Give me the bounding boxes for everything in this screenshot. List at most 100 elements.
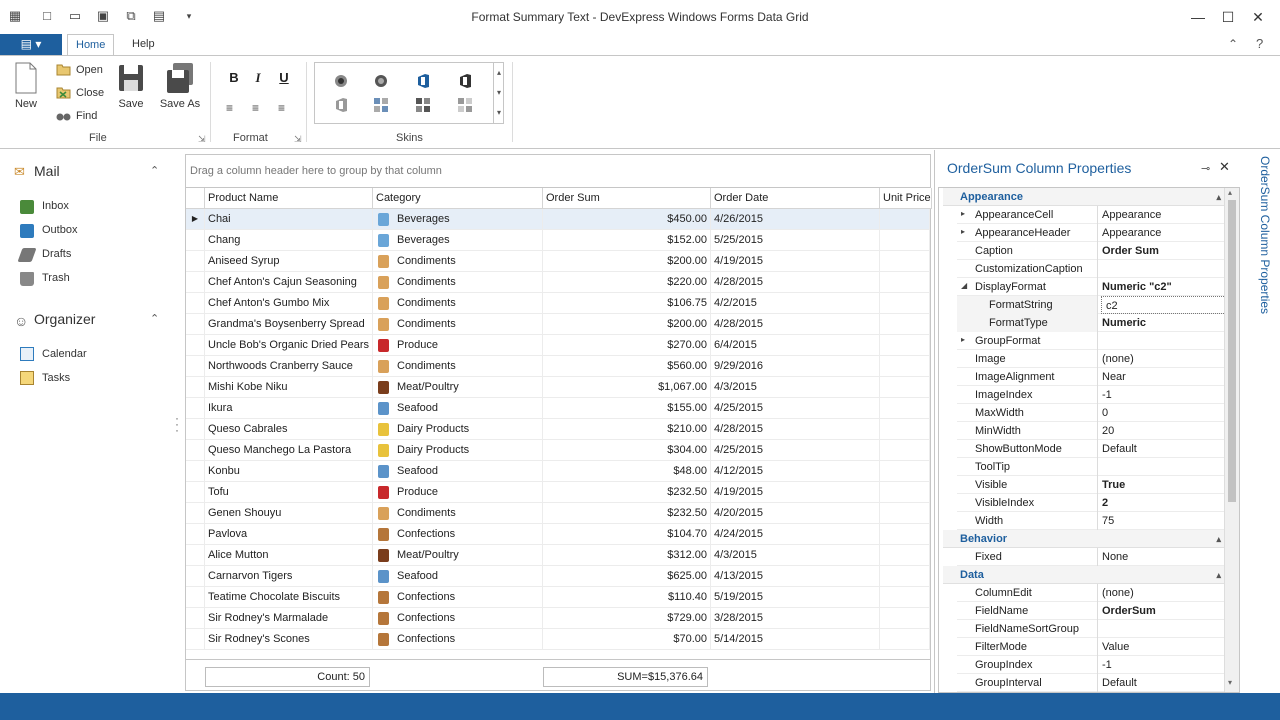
cell-unit-price[interactable] xyxy=(880,398,930,419)
cell-product-name[interactable]: Queso Cabrales xyxy=(205,419,373,440)
cell-order-sum[interactable]: $232.50 xyxy=(543,482,711,503)
cell-category[interactable]: Produce xyxy=(373,482,543,503)
collapse-category-icon[interactable]: ▴ xyxy=(1216,188,1221,206)
property-value[interactable]: True xyxy=(1102,476,1227,494)
cell-category[interactable]: Confections xyxy=(373,629,543,650)
cell-product-name[interactable]: Genen Shouyu xyxy=(205,503,373,524)
cell-unit-price[interactable] xyxy=(880,440,930,461)
property-value[interactable]: OrderSum xyxy=(1102,602,1227,620)
skin-office-light-icon[interactable] xyxy=(333,97,349,113)
cell-order-date[interactable]: 4/19/2015 xyxy=(711,251,880,272)
nav-item-tasks[interactable]: Tasks xyxy=(42,372,70,384)
table-row[interactable]: Chef Anton's Cajun Seasoning Condiments $2… xyxy=(186,272,930,293)
cell-category[interactable]: Condiments xyxy=(373,503,543,524)
cell-order-date[interactable]: 4/20/2015 xyxy=(711,503,880,524)
nav-item-trash[interactable]: Trash xyxy=(42,272,70,284)
table-row[interactable]: Tofu Produce $232.50 4/19/2015 xyxy=(186,482,930,503)
property-value[interactable]: Default xyxy=(1102,674,1227,692)
cell-order-sum[interactable]: $152.00 xyxy=(543,230,711,251)
cell-order-sum[interactable]: $200.00 xyxy=(543,251,711,272)
nav-item-outbox[interactable]: Outbox xyxy=(42,224,77,236)
table-row[interactable]: Uncle Bob's Organic Dried Pears Produce $2… xyxy=(186,335,930,356)
cell-order-date[interactable]: 5/25/2015 xyxy=(711,230,880,251)
find-button[interactable]: Find xyxy=(54,106,97,126)
cell-order-date[interactable]: 4/13/2015 xyxy=(711,566,880,587)
skins-scroll-buttons[interactable]: ▴ ▾ ▾ xyxy=(493,63,504,123)
align-center-icon[interactable]: ≡ xyxy=(252,101,259,115)
cell-category[interactable]: Seafood xyxy=(373,566,543,587)
property-scrollbar-thumb[interactable] xyxy=(1228,200,1236,502)
table-row[interactable]: Queso Manchego La Pastora Dairy Products $… xyxy=(186,440,930,461)
cell-category[interactable]: Seafood xyxy=(373,461,543,482)
cell-unit-price[interactable] xyxy=(880,608,930,629)
property-row[interactable]: ▸ AppearanceHeader Appearance xyxy=(957,224,1227,242)
cell-order-sum[interactable]: $729.00 xyxy=(543,608,711,629)
group-panel[interactable]: Drag a column header here to group by th… xyxy=(186,155,930,188)
property-row[interactable]: FilterMode Value xyxy=(957,638,1227,656)
cell-order-sum[interactable]: $48.00 xyxy=(543,461,711,482)
property-row[interactable]: Fixed None xyxy=(957,548,1227,566)
cell-order-sum[interactable]: $304.00 xyxy=(543,440,711,461)
property-row[interactable]: MaxWidth 0 xyxy=(957,404,1227,422)
cell-unit-price[interactable] xyxy=(880,461,930,482)
cell-category[interactable]: Meat/Poultry xyxy=(373,545,543,566)
table-row[interactable]: Northwoods Cranberry Sauce Condiments $560… xyxy=(186,356,930,377)
cell-order-sum[interactable]: $110.40 xyxy=(543,587,711,608)
cell-unit-price[interactable] xyxy=(880,524,930,545)
cell-order-sum[interactable]: $625.00 xyxy=(543,566,711,587)
property-row[interactable]: FormatString c2 xyxy=(957,296,1227,314)
property-value[interactable]: 75 xyxy=(1102,512,1227,530)
cell-product-name[interactable]: Chef Anton's Gumbo Mix xyxy=(205,293,373,314)
cell-category[interactable]: Condiments xyxy=(373,251,543,272)
cell-unit-price[interactable] xyxy=(880,251,930,272)
cell-product-name[interactable]: Alice Mutton xyxy=(205,545,373,566)
cell-order-sum[interactable]: $1,067.00 xyxy=(543,377,711,398)
property-value[interactable]: (none) xyxy=(1102,584,1227,602)
cell-product-name[interactable]: Chang xyxy=(205,230,373,251)
cell-product-name[interactable]: Sir Rodney's Scones xyxy=(205,629,373,650)
skin-metro-light-icon[interactable] xyxy=(457,97,473,113)
cell-unit-price[interactable] xyxy=(880,272,930,293)
property-value[interactable] xyxy=(1102,620,1227,638)
cell-order-sum[interactable]: $450.00 xyxy=(543,209,711,230)
cell-order-date[interactable]: 4/3/2015 xyxy=(711,545,880,566)
column-header-order-sum[interactable]: Order Sum xyxy=(543,188,711,209)
property-row[interactable]: ImageAlignment Near xyxy=(957,368,1227,386)
scroll-up-icon[interactable]: ▴ xyxy=(1228,188,1232,197)
cell-product-name[interactable]: Ikura xyxy=(205,398,373,419)
save-as-button[interactable]: Save As xyxy=(158,62,202,110)
cell-order-date[interactable]: 4/19/2015 xyxy=(711,482,880,503)
cell-category[interactable]: Beverages xyxy=(373,209,543,230)
property-row[interactable]: FieldNameSortGroup xyxy=(957,620,1227,638)
cell-category[interactable]: Confections xyxy=(373,608,543,629)
pin-icon[interactable]: ⊸ xyxy=(1201,162,1210,175)
collapse-category-icon[interactable]: ▴ xyxy=(1216,566,1221,584)
table-row[interactable]: Mishi Kobe Niku Meat/Poultry $1,067.00 4/3/… xyxy=(186,377,930,398)
cell-product-name[interactable]: Aniseed Syrup xyxy=(205,251,373,272)
cell-order-date[interactable]: 4/12/2015 xyxy=(711,461,880,482)
collapse-ribbon-icon[interactable]: ⌃ xyxy=(1228,37,1238,51)
data-grid[interactable]: Drag a column header here to group by th… xyxy=(185,154,932,691)
cell-order-sum[interactable]: $232.50 xyxy=(543,503,711,524)
table-row[interactable]: Teatime Chocolate Biscuits Confections $11… xyxy=(186,587,930,608)
italic-button[interactable]: I xyxy=(250,70,266,86)
property-value[interactable]: 20 xyxy=(1102,422,1227,440)
cell-unit-price[interactable] xyxy=(880,587,930,608)
cell-unit-price[interactable] xyxy=(880,545,930,566)
organizer-group-header[interactable]: Organizer xyxy=(34,308,95,330)
cell-product-name[interactable]: Northwoods Cranberry Sauce xyxy=(205,356,373,377)
cell-category[interactable]: Beverages xyxy=(373,230,543,251)
table-row[interactable]: Pavlova Confections $104.70 4/24/2015 xyxy=(186,524,930,545)
cell-order-sum[interactable]: $210.00 xyxy=(543,419,711,440)
cell-order-date[interactable]: 4/25/2015 xyxy=(711,398,880,419)
help-icon[interactable]: ? xyxy=(1256,36,1263,51)
cell-product-name[interactable]: Chef Anton's Cajun Seasoning xyxy=(205,272,373,293)
cell-category[interactable]: Condiments xyxy=(373,356,543,377)
table-row[interactable]: Chang Beverages $152.00 5/25/2015 xyxy=(186,230,930,251)
property-row[interactable]: MinWidth 20 xyxy=(957,422,1227,440)
cell-product-name[interactable]: Pavlova xyxy=(205,524,373,545)
align-left-icon[interactable]: ≡ xyxy=(226,101,233,115)
cell-order-sum[interactable]: $155.00 xyxy=(543,398,711,419)
property-scrollbar[interactable]: ▴ ▾ xyxy=(1224,188,1239,692)
property-value[interactable]: None xyxy=(1102,548,1227,566)
